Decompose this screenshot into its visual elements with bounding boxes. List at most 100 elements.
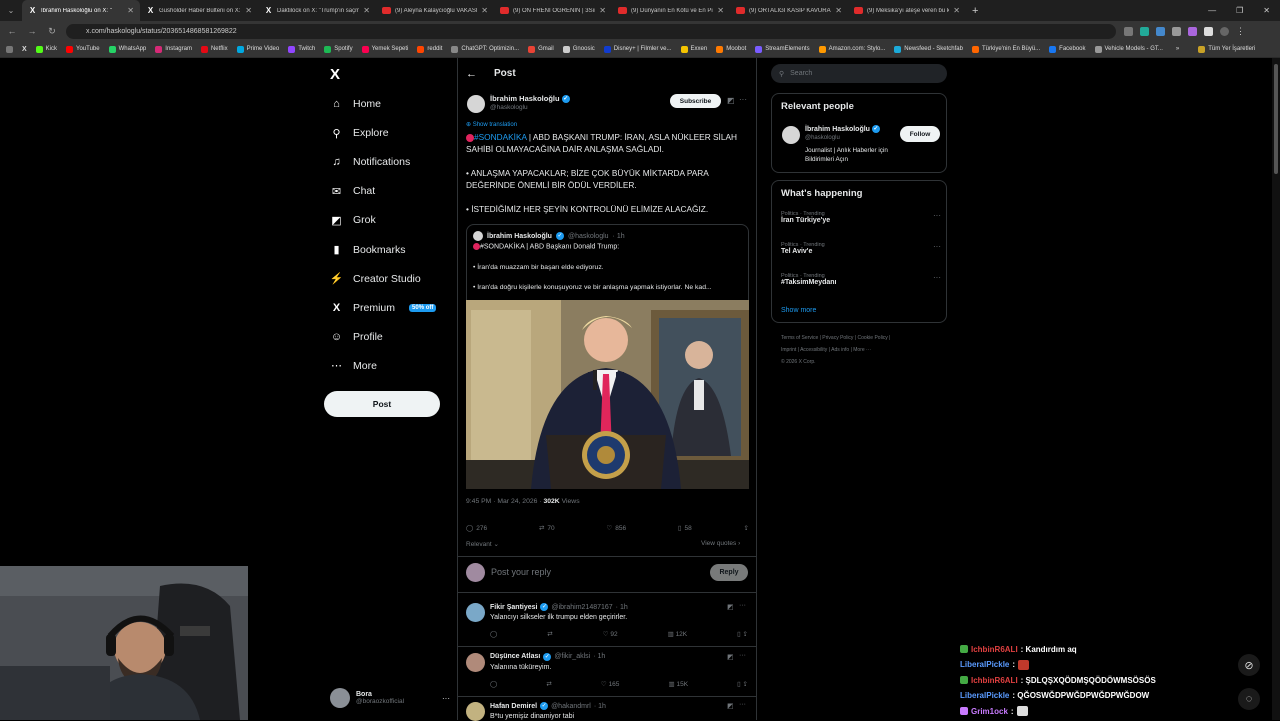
- nav-item-profile[interactable]: ☺ Profile: [330, 326, 383, 348]
- repost-icon[interactable]: ⇄: [546, 680, 551, 688]
- forward-icon[interactable]: →: [26, 26, 38, 36]
- trend-item[interactable]: Politics · Trending Tel Aviv'e ···: [781, 242, 941, 255]
- bookmark-item[interactable]: Exxen: [680, 45, 707, 53]
- views-action[interactable]: ▥ 15K: [669, 680, 689, 688]
- quoted-post-image[interactable]: [466, 300, 749, 489]
- grok-icon[interactable]: ◩: [727, 702, 734, 710]
- reply-input[interactable]: Post your reply: [491, 567, 551, 577]
- post-timestamp[interactable]: 9:45 PM · Mar 24, 2026 ·: [466, 498, 543, 505]
- author-name-row[interactable]: İbrahim Haskoloğlu ✓: [490, 94, 570, 104]
- trend-item[interactable]: Politics · Trending #TaksimMeydanı ···: [781, 273, 941, 286]
- reply-more-icon[interactable]: ···: [739, 701, 746, 708]
- nav-item-home[interactable]: ⌂ Home: [330, 93, 381, 115]
- repost-icon[interactable]: ⇄: [547, 630, 552, 638]
- scrollbar-thumb[interactable]: [1274, 64, 1278, 174]
- reply-button[interactable]: Reply: [710, 564, 748, 581]
- hashtag-link[interactable]: #SONDAKİKA: [474, 132, 527, 142]
- extension-icon[interactable]: [1140, 26, 1149, 36]
- back-icon[interactable]: ←: [6, 26, 18, 36]
- nav-item-notifications[interactable]: ♫ Notifications: [330, 151, 410, 173]
- nav-item-more[interactable]: ⋯ More: [330, 355, 377, 377]
- reply-sort-dropdown[interactable]: Relevant ⌄: [466, 540, 499, 548]
- tab-search-icon[interactable]: ⌄: [0, 6, 22, 15]
- nav-item-explore[interactable]: ⚲ Explore: [330, 122, 388, 144]
- trend-item[interactable]: Politics · Trending İran Türkiye'ye ···: [781, 211, 941, 224]
- footer-line-1[interactable]: Terms of Service | Privacy Policy | Cook…: [781, 332, 951, 344]
- bookmark-item[interactable]: Disney+ | Filmler ve...: [603, 45, 672, 53]
- bookmark-item[interactable]: YouTube: [66, 45, 100, 53]
- grok-icon[interactable]: ◩: [727, 653, 734, 661]
- chat-username[interactable]: LiberalPickle: [960, 691, 1009, 700]
- browser-tab[interactable]: (9) Aleyna Kalaycıoğlu VAKASI ✕: [376, 0, 494, 21]
- browser-tab[interactable]: X Gusholder Haber Bülteni on X: ✕: [140, 0, 258, 21]
- show-more-link[interactable]: Show more: [781, 307, 816, 314]
- account-switcher[interactable]: Bora @boraozkofficial ···: [330, 687, 450, 709]
- restore-icon[interactable]: ❐: [1236, 6, 1243, 15]
- back-arrow-icon[interactable]: ←: [466, 68, 477, 80]
- trend-more-icon[interactable]: ···: [933, 211, 941, 220]
- bookmark-item[interactable]: Kick: [35, 45, 57, 53]
- bookmark-item[interactable]: Moobot: [716, 45, 746, 53]
- post-more-icon[interactable]: ···: [739, 95, 747, 104]
- bookmark-item[interactable]: ChatGPT: Optimizin...: [451, 45, 519, 53]
- bookmark-item[interactable]: Gmail: [528, 45, 554, 53]
- bookmark-item[interactable]: Spotify: [324, 45, 353, 53]
- nav-item-bookmarks[interactable]: ▮ Bookmarks: [330, 239, 405, 261]
- extension-icon[interactable]: [1156, 26, 1165, 36]
- chat-username[interactable]: Grim1ock: [971, 707, 1008, 716]
- x-logo[interactable]: X: [330, 66, 340, 83]
- like-action[interactable]: ♡ 92: [603, 630, 618, 638]
- bookmark-item[interactable]: Yemek Sepeti: [361, 45, 408, 53]
- nav-item-premium[interactable]: X Premium 50% off: [330, 297, 437, 319]
- like-action[interactable]: ♡ 856: [606, 524, 626, 533]
- nav-item-creator-studio[interactable]: ⚡ Creator Studio: [330, 268, 421, 290]
- follow-button[interactable]: Follow: [900, 126, 940, 142]
- bookmark-item[interactable]: Facebook: [1049, 45, 1086, 53]
- person-name-row[interactable]: İbrahim Haskoloğlu ✓: [805, 125, 880, 133]
- bookmark-x[interactable]: X: [22, 46, 27, 53]
- page-scrollbar[interactable]: [1272, 58, 1280, 720]
- apps-icon[interactable]: [6, 45, 13, 53]
- reload-icon[interactable]: ↻: [46, 26, 58, 37]
- nav-item-chat[interactable]: ✉ Chat: [330, 180, 375, 202]
- browser-tab[interactable]: X İbrahim Haskoloğlu on X: " ✕: [22, 0, 140, 21]
- chat-bubble-icon[interactable]: ◌: [1238, 688, 1260, 710]
- bookmark-item[interactable]: Türkiye'nin En Büyü...: [971, 45, 1040, 53]
- extension-icon[interactable]: [1124, 26, 1133, 36]
- share-icon[interactable]: ⇪: [744, 524, 749, 532]
- bookmark-item[interactable]: Vehicle Models - GT...: [1094, 45, 1163, 53]
- bookmark-item[interactable]: WhatsApp: [108, 45, 146, 53]
- view-quotes-link[interactable]: View quotes ›: [701, 540, 740, 547]
- close-tab-icon[interactable]: ✕: [599, 6, 606, 15]
- bookmark-item[interactable]: Instagram: [155, 45, 192, 53]
- grok-icon[interactable]: ◩: [727, 96, 735, 105]
- reply-action[interactable]: ◯ 276: [466, 524, 487, 533]
- reply-avatar[interactable]: [466, 652, 485, 672]
- reply-avatar[interactable]: [466, 603, 485, 622]
- minimize-icon[interactable]: —: [1208, 6, 1216, 15]
- reply-icon[interactable]: ◯: [490, 680, 497, 688]
- show-translation-link[interactable]: ⊕ Show translation: [466, 121, 517, 128]
- grok-icon[interactable]: ◩: [727, 603, 734, 611]
- bookmark-share-icons[interactable]: ▯ ⇪: [737, 630, 748, 638]
- nav-item-grok[interactable]: ◩ Grok: [330, 209, 375, 231]
- subscribe-button[interactable]: Subscribe: [670, 94, 721, 108]
- close-tab-icon[interactable]: ✕: [481, 6, 488, 15]
- trend-more-icon[interactable]: ···: [933, 242, 941, 251]
- bookmark-action[interactable]: ▯ 58: [678, 524, 692, 533]
- person-avatar[interactable]: [782, 126, 800, 144]
- close-tab-icon[interactable]: ✕: [363, 6, 370, 15]
- close-tab-icon[interactable]: ✕: [717, 6, 724, 15]
- like-action[interactable]: ♡ 165: [601, 680, 620, 688]
- close-window-icon[interactable]: ✕: [1263, 6, 1270, 15]
- reply-header[interactable]: Düşünce Atlası ✓ @fikir_aklsi · 1h: [490, 652, 605, 661]
- close-tab-icon[interactable]: ✕: [953, 6, 960, 15]
- browser-menu-icon[interactable]: ⋮: [1236, 26, 1245, 37]
- bookmark-item[interactable]: Prime Video: [236, 45, 279, 53]
- bookmark-share-icons[interactable]: ▯ ⇪: [737, 680, 748, 688]
- chat-username[interactable]: IchbinR6ALI: [971, 676, 1018, 685]
- bookmark-item[interactable]: reddit: [417, 45, 442, 53]
- chat-toggle-icon[interactable]: ⊘: [1238, 654, 1260, 676]
- account-more-icon[interactable]: ···: [442, 694, 450, 703]
- profile-avatar-icon[interactable]: [1220, 26, 1229, 36]
